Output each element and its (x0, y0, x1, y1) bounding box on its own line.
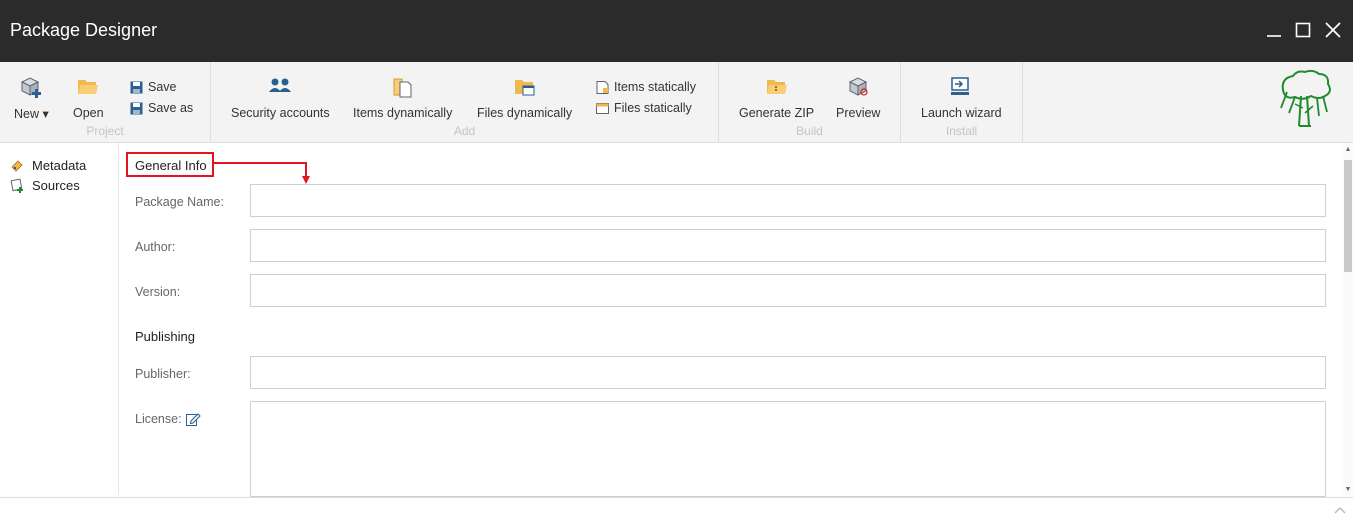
items-static-icon (596, 80, 609, 94)
sources-icon (10, 178, 23, 193)
launch-wizard-button[interactable]: Launch wizard (921, 76, 1002, 120)
items-statically-button[interactable]: Items statically (596, 80, 696, 94)
author-label: Author: (135, 240, 176, 254)
save-as-label: Save as (148, 101, 194, 115)
preview-package-icon (849, 77, 868, 96)
open-label: Open (73, 106, 104, 120)
scroll-down-icon[interactable]: ▼ (1344, 485, 1352, 493)
close-button[interactable] (1321, 18, 1345, 42)
ribbon-group-add: Security accounts Items dynamically File… (211, 62, 719, 142)
tree-logo-icon (1280, 69, 1331, 127)
title-bar: Package Designer (0, 0, 1353, 62)
package-name-label: Package Name: (135, 195, 224, 209)
save-button[interactable]: Save (130, 80, 177, 94)
version-input[interactable] (250, 274, 1326, 307)
ribbon-group-install: Launch wizard Install (901, 62, 1023, 142)
generate-zip-button[interactable]: Generate ZIP (739, 76, 814, 120)
items-dynamically-button[interactable]: Items dynamically (353, 76, 452, 120)
chevron-up-icon[interactable] (1334, 506, 1346, 514)
license-textarea[interactable] (250, 401, 1326, 497)
generate-zip-label: Generate ZIP (739, 106, 815, 120)
new-package-icon (21, 77, 42, 98)
new-button[interactable]: New ▾ (14, 76, 49, 121)
items-dynamic-icon (393, 78, 412, 98)
bottom-bar (0, 497, 1353, 525)
files-dynamic-icon (514, 80, 535, 96)
group-label-project: Project (86, 124, 124, 138)
save-as-icon (130, 102, 143, 114)
files-statically-button[interactable]: Files statically (596, 101, 692, 115)
version-label: Version: (135, 285, 181, 299)
annotation-arrow-icon (214, 162, 310, 184)
close-icon (1325, 22, 1341, 38)
users-icon (269, 78, 292, 92)
launch-wizard-label: Launch wizard (921, 106, 1002, 120)
files-statically-label: Files statically (614, 101, 692, 115)
ribbon-group-build: Generate ZIP Preview Build (719, 62, 901, 142)
new-label: New ▾ (14, 107, 49, 121)
security-accounts-label: Security accounts (231, 106, 330, 120)
save-label: Save (148, 80, 177, 94)
sidebar-item-metadata[interactable]: Metadata (10, 157, 86, 173)
publisher-label: Publisher: (135, 367, 191, 381)
open-folder-icon (78, 80, 99, 94)
vertical-scrollbar[interactable]: ▲ ▼ (1343, 143, 1353, 495)
package-name-input[interactable] (250, 184, 1326, 217)
sidebar: Metadata Sources (0, 143, 118, 495)
save-as-button[interactable]: Save as (130, 101, 193, 115)
maximize-icon (1295, 22, 1311, 38)
preview-button[interactable]: Preview (836, 76, 880, 120)
minimize-button[interactable] (1262, 18, 1286, 42)
ribbon: New ▾ Open Save Save as Project Security… (0, 62, 1353, 143)
files-dynamically-button[interactable]: Files dynamically (477, 76, 572, 120)
publisher-input[interactable] (250, 356, 1326, 389)
sidebar-item-sources[interactable]: Sources (10, 177, 80, 193)
scrollbar-thumb[interactable] (1344, 160, 1352, 272)
edit-license-icon[interactable] (185, 411, 201, 427)
license-label: License: (135, 412, 182, 426)
wizard-icon (951, 77, 970, 95)
files-static-icon (596, 102, 609, 114)
zip-folder-icon (766, 80, 787, 94)
files-dynamically-label: Files dynamically (477, 106, 573, 120)
window-title: Package Designer (10, 20, 158, 40)
highlight-box (126, 152, 214, 177)
publishing-heading: Publishing (135, 329, 195, 344)
maximize-button[interactable] (1291, 18, 1315, 42)
group-label-install: Install (945, 124, 978, 138)
ribbon-group-project: New ▾ Open Save Save as Project (0, 62, 211, 142)
author-input[interactable] (250, 229, 1326, 262)
items-statically-label: Items statically (614, 80, 696, 94)
open-button[interactable]: Open (73, 76, 104, 120)
minimize-icon (1267, 35, 1281, 37)
preview-label: Preview (836, 106, 881, 120)
sidebar-item-label: Metadata (32, 157, 87, 173)
scroll-up-icon[interactable]: ▲ (1344, 145, 1352, 153)
group-label-add: Add (453, 124, 476, 138)
sidebar-item-label: Sources (32, 177, 80, 193)
metadata-icon (11, 160, 23, 172)
security-accounts-button[interactable]: Security accounts (231, 76, 330, 120)
save-icon (130, 81, 143, 93)
items-dynamically-label: Items dynamically (353, 106, 453, 120)
group-label-build: Build (796, 124, 823, 138)
